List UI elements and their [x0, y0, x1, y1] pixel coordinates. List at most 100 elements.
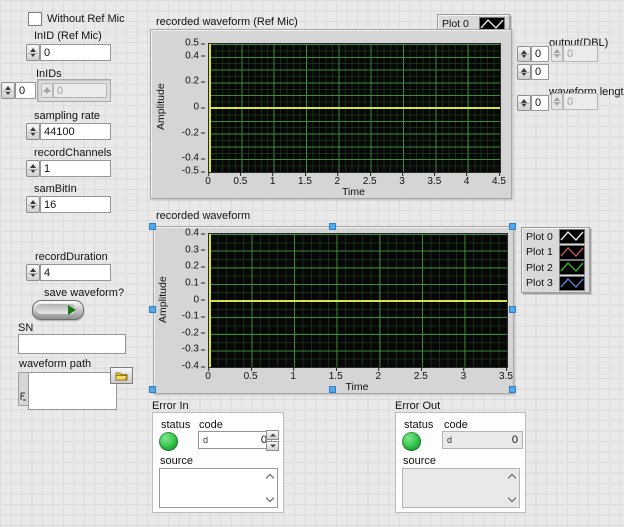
save-waveform-toggle-button[interactable] [32, 300, 84, 320]
selection-handle[interactable] [509, 223, 516, 230]
x-axis-label: Time [208, 186, 499, 198]
chart-ref-title: recorded waveform (Ref Mic) [156, 16, 298, 28]
record-duration-control[interactable]: 4 [26, 264, 111, 281]
status-label: status [404, 419, 433, 431]
legend-plot-name: Plot 2 [526, 262, 553, 274]
increment-button[interactable] [266, 430, 279, 440]
without-ref-mic-checkbox[interactable]: Without Ref Mic [28, 12, 125, 26]
waveform-trace [209, 300, 507, 302]
folder-icon [115, 371, 128, 381]
code-label: code [444, 419, 468, 431]
source-label: source [160, 455, 193, 467]
y-tick-label: -0.1 [182, 311, 199, 322]
selection-handle[interactable] [509, 306, 516, 313]
selection-handle[interactable] [329, 386, 336, 393]
increment-decrement-spinner[interactable] [26, 160, 40, 177]
sampling-rate-value[interactable]: 44100 [40, 123, 111, 140]
y-tick-label: -0.3 [182, 344, 199, 355]
selection-handle[interactable] [149, 386, 156, 393]
increment-decrement-spinner[interactable] [26, 264, 40, 281]
y-tick-label: 0 [193, 294, 199, 305]
legend-line-style-icon[interactable] [559, 245, 585, 260]
status-led[interactable] [159, 432, 178, 451]
output-dbl-index1-value[interactable]: 0 [531, 46, 549, 62]
y-tick-label: 0 [193, 102, 199, 113]
waveform-length-index-value[interactable]: 0 [531, 95, 549, 111]
selection-handle[interactable] [509, 386, 516, 393]
inids-index-control[interactable]: 0 [1, 82, 36, 99]
source-field [402, 468, 520, 508]
y-tick-label: 0.2 [185, 76, 199, 87]
increment-decrement-spinner[interactable] [26, 44, 40, 61]
increment-decrement-spinner[interactable] [26, 196, 40, 213]
legend-item[interactable]: Plot 0 [526, 229, 585, 245]
inids-index-value[interactable]: 0 [15, 82, 36, 99]
sam-bit-in-value[interactable]: 16 [40, 196, 111, 213]
sam-bit-in-control[interactable]: 16 [26, 196, 111, 213]
selection-handle[interactable] [149, 223, 156, 230]
source-field[interactable] [159, 468, 278, 508]
sampling-rate-label: sampling rate [34, 110, 100, 122]
code-field: d 0 [442, 431, 523, 449]
output-dbl-element-value: 0 [563, 45, 598, 62]
source-label: source [403, 455, 436, 467]
waveform-length-element: 0 [551, 93, 598, 110]
scroll-up-icon[interactable] [266, 474, 274, 482]
output-dbl-index2-value[interactable]: 0 [531, 64, 549, 80]
y-tick-label: 0.2 [185, 261, 199, 272]
y-tick-label: -0.5 [182, 166, 199, 177]
increment-decrement-spinner[interactable] [1, 82, 15, 99]
inids-array-shell: 0 [37, 79, 111, 102]
y-tick-label: 0.1 [185, 277, 199, 288]
legend-item[interactable]: Plot 3 [526, 276, 585, 292]
legend-line-style-icon[interactable] [559, 260, 585, 275]
increment-decrement-spinner[interactable] [26, 123, 40, 140]
output-dbl-index2-control[interactable]: 0 [517, 64, 549, 80]
increment-decrement-spinner[interactable] [517, 64, 531, 80]
waveform-path-input[interactable] [28, 372, 117, 410]
selection-handle[interactable] [149, 306, 156, 313]
error-out-title: Error Out [395, 400, 440, 412]
status-label: status [161, 419, 190, 431]
legend-item[interactable]: Plot 2 [526, 260, 585, 276]
legend-item[interactable]: Plot 1 [526, 245, 585, 261]
increment-decrement-spinner[interactable] [517, 95, 531, 111]
plot-area [208, 43, 501, 173]
waveform-length-index-control[interactable]: 0 [517, 95, 549, 111]
waveform-length-element-value: 0 [563, 93, 598, 110]
code-field[interactable]: d 0 [198, 431, 272, 449]
y-axis-ticks: 0.50.40.20-0.2-0.4-0.5 [167, 43, 205, 171]
decrement-button[interactable] [266, 441, 279, 451]
inid-control[interactable]: 0 [26, 44, 111, 61]
save-waveform-label: save waveform? [44, 287, 124, 299]
legend-line-style-icon[interactable] [559, 229, 585, 244]
waveform-path-label: waveform path [19, 358, 91, 370]
code-value: 0 [512, 434, 518, 446]
selection-handle[interactable] [329, 223, 336, 230]
sampling-rate-control[interactable]: 44100 [26, 123, 111, 140]
scroll-down-icon[interactable] [266, 494, 274, 502]
legend-plot-name: Plot 3 [526, 277, 553, 289]
browse-button[interactable] [110, 367, 133, 384]
y-tick-label: 0.4 [185, 50, 199, 61]
waveform-trace [209, 107, 500, 109]
labview-front-panel: Without Ref Mic InID (Ref Mic) 0 InIDs 0… [0, 0, 624, 527]
legend-line-style-icon[interactable] [559, 276, 585, 291]
scroll-up-icon [508, 474, 516, 482]
record-channels-value[interactable]: 1 [40, 160, 111, 177]
checkbox-box-icon[interactable] [28, 12, 42, 26]
chart-main-legend: Plot 0Plot 1Plot 2 Plot 3 [521, 227, 590, 293]
y-tick-label: -0.2 [182, 327, 199, 338]
increment-decrement-spinner[interactable] [517, 46, 531, 62]
checkbox-label: Without Ref Mic [47, 13, 125, 25]
chart-main-title: recorded waveform [156, 210, 250, 222]
sn-input[interactable] [18, 334, 126, 354]
record-duration-value[interactable]: 4 [40, 264, 111, 281]
code-spinner[interactable] [266, 430, 279, 451]
error-in-title: Error In [152, 400, 189, 412]
record-channels-control[interactable]: 1 [26, 160, 111, 177]
sam-bit-in-label: samBitIn [34, 183, 77, 195]
inid-value[interactable]: 0 [40, 44, 111, 61]
output-dbl-index1-control[interactable]: 0 [517, 46, 549, 62]
record-duration-label: recordDuration [35, 251, 108, 263]
